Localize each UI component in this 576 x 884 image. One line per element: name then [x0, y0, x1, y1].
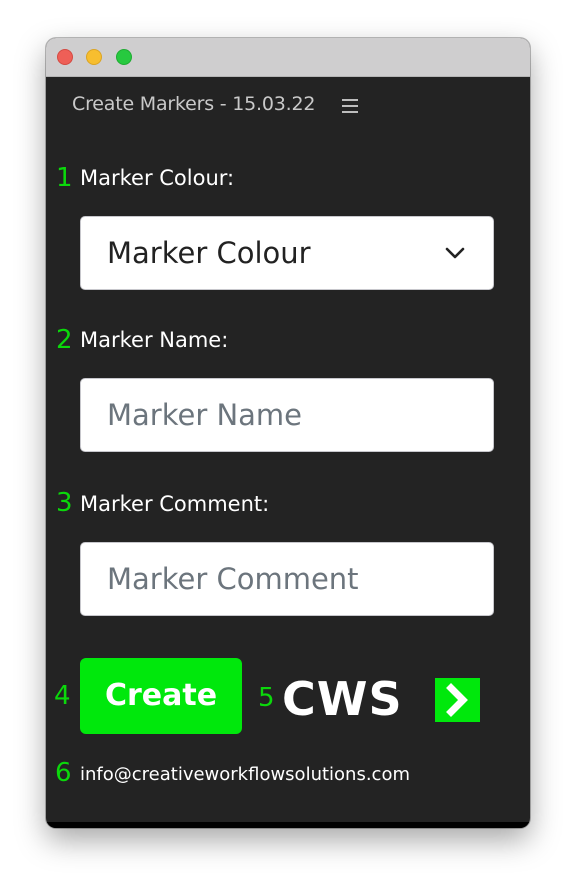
cws-logo-text: CWS: [282, 672, 403, 726]
marker-colour-label: Marker Colour:: [80, 166, 235, 190]
marker-comment-placeholder: Marker Comment: [107, 562, 359, 596]
step-number-2: 2: [56, 325, 73, 355]
step-number-5: 5: [258, 683, 275, 713]
marker-colour-select[interactable]: Marker Colour: [80, 216, 494, 290]
step-number-6: 6: [55, 758, 72, 788]
app-window: Create Markers - 15.03.22 1 Marker Colou…: [46, 38, 530, 828]
contact-email-link[interactable]: info@creativeworkflowsolutions.com: [80, 764, 410, 786]
step-number-4: 4: [54, 681, 71, 711]
maximize-window-button[interactable]: [116, 49, 132, 65]
panel-header: Create Markers - 15.03.22: [46, 77, 530, 135]
close-window-button[interactable]: [57, 49, 73, 65]
panel-title: Create Markers - 15.03.22: [72, 93, 316, 115]
marker-comment-input[interactable]: Marker Comment: [80, 542, 494, 616]
hamburger-menu-icon[interactable]: [342, 99, 358, 113]
marker-name-label: Marker Name:: [80, 328, 229, 352]
chevron-down-icon: [445, 247, 465, 259]
step-number-3: 3: [56, 488, 73, 518]
step-number-1: 1: [56, 163, 73, 193]
bottom-divider: [46, 822, 530, 828]
marker-name-input[interactable]: Marker Name: [80, 378, 494, 452]
marker-name-placeholder: Marker Name: [107, 398, 303, 432]
minimize-window-button[interactable]: [86, 49, 102, 65]
marker-comment-label: Marker Comment:: [80, 492, 270, 516]
create-button[interactable]: Create: [80, 658, 242, 734]
marker-colour-selected-value: Marker Colour: [107, 236, 311, 270]
window-titlebar[interactable]: [46, 38, 530, 77]
cws-logo[interactable]: CWS: [282, 672, 482, 726]
chevron-right-icon: [435, 678, 480, 722]
